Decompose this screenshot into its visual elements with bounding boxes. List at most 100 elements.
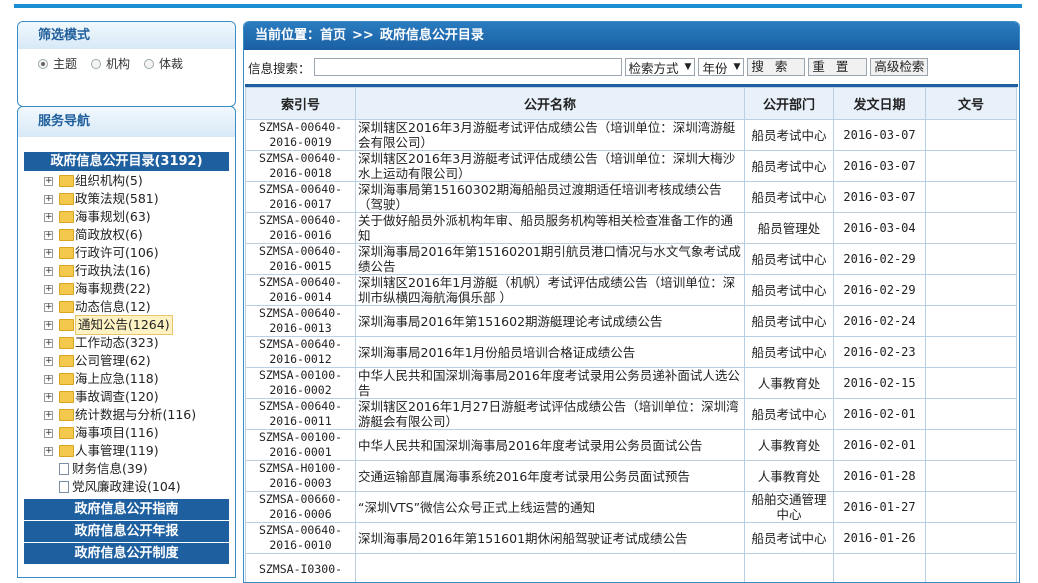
breadcrumb-current[interactable]: 政府信息公开目录 <box>380 28 484 43</box>
cell-title-link[interactable]: 深圳辖区2016年3月游艇考试评估成绩公告（培训单位：深圳湾游艇会有限公司） <box>356 120 745 151</box>
cell-dept <box>745 554 834 583</box>
cell-docno <box>926 182 1017 213</box>
cell-title-link[interactable]: 交通运输部直属海事系统2016年度考试录用公务员面试预告 <box>356 461 745 492</box>
radio-unchecked-icon[interactable] <box>144 59 154 69</box>
col-header-docno: 文号 <box>926 88 1017 120</box>
cell-title-link[interactable]: 中华人民共和国深圳海事局2016年度考试录用公务员面试公告 <box>356 430 745 461</box>
folder-icon <box>59 319 74 331</box>
cell-title-link[interactable]: 深圳辖区2016年3月游艇考试评估成绩公告（培训单位：深圳大梅沙水上运动有限公司… <box>356 151 745 182</box>
tree-item-label[interactable]: 统计数据与分析(116) <box>75 406 196 424</box>
expand-plus-icon[interactable]: + <box>44 411 53 420</box>
tree-item-label[interactable]: 事故调查(120) <box>75 388 159 406</box>
reset-button[interactable]: 重 置 <box>808 58 867 76</box>
tree-item-label[interactable]: 政策法规(581) <box>75 190 159 208</box>
expand-plus-icon[interactable]: + <box>44 267 53 276</box>
tree-item-label[interactable]: 海事规划(63) <box>75 208 151 226</box>
folder-icon <box>59 211 74 223</box>
search-input[interactable] <box>314 58 622 76</box>
filter-radio-label: 主题 <box>53 55 77 72</box>
expand-plus-icon[interactable]: + <box>44 339 53 348</box>
nav-link-annual-report[interactable]: 政府信息公开年报 <box>24 520 229 542</box>
tree-item-label[interactable]: 行政执法(16) <box>75 262 151 280</box>
cell-title-link[interactable]: 深圳海事局2016年1月份船员培训合格证成绩公告 <box>356 337 745 368</box>
tree-item-label[interactable]: 工作动态(323) <box>75 334 159 352</box>
tree-item-label[interactable]: 海上应急(118) <box>75 370 159 388</box>
expand-plus-icon[interactable]: + <box>44 321 53 330</box>
tree-item-enforcement[interactable]: + 行政执法(16) <box>44 262 235 280</box>
expand-plus-icon[interactable]: + <box>44 375 53 384</box>
breadcrumb-separator: >> <box>352 28 374 43</box>
expand-plus-icon[interactable]: + <box>44 249 53 258</box>
breadcrumb-home-link[interactable]: 首页 <box>320 28 346 43</box>
tree-item-statistics[interactable]: + 统计数据与分析(116) <box>44 406 235 424</box>
expand-plus-icon[interactable]: + <box>44 393 53 402</box>
tree-item-personnel[interactable]: + 人事管理(119) <box>44 442 235 460</box>
tree-item-label[interactable]: 财务信息(39) <box>72 460 148 478</box>
tree-item-label[interactable]: 人事管理(119) <box>75 442 159 460</box>
tree-item-dynamic-info[interactable]: + 动态信息(12) <box>44 298 235 316</box>
search-button[interactable]: 搜 索 <box>747 58 805 76</box>
expand-plus-icon[interactable]: + <box>44 357 53 366</box>
tree-item-streamlining[interactable]: + 简政放权(6) <box>44 226 235 244</box>
tree-item-integrity[interactable]: 党风廉政建设(104) <box>44 478 235 496</box>
cell-title-link[interactable]: 深圳海事局2016年第151602期游艇理论考试成绩公告 <box>356 306 745 337</box>
tree-item-label[interactable]: 公司管理(62) <box>75 352 151 370</box>
expand-plus-icon[interactable]: + <box>44 195 53 204</box>
table-row: SZMSA-00640-2016-0014深圳辖区2016年1月游艇（机帆）考试… <box>246 275 1017 306</box>
cell-title-link[interactable]: 深圳海事局2016年第15160201期引航员港口情况与水文气象考试成绩公告 <box>356 244 745 275</box>
cell-title-link[interactable]: 深圳海事局第15160302期海船船员过渡期适任培训考核成绩公告（驾驶） <box>356 182 745 213</box>
tree-item-planning[interactable]: + 海事规划(63) <box>44 208 235 226</box>
tree-item-projects[interactable]: + 海事项目(116) <box>44 424 235 442</box>
cell-title-link[interactable]: 深圳海事局2016年第151601期休闲船驾驶证考试成绩公告 <box>356 523 745 554</box>
folder-icon <box>59 247 74 259</box>
cell-title-link[interactable]: 深圳辖区2016年1月27日游艇考试评估成绩公告（培训单位：深圳湾游艇会有限公司… <box>356 399 745 430</box>
search-method-select[interactable]: 检索方式▼ <box>625 58 696 76</box>
expand-plus-icon[interactable]: + <box>44 303 53 312</box>
cell-index: SZMSA-00100-2016-0002 <box>246 368 356 399</box>
filter-radio-org[interactable]: 机构 <box>91 55 130 72</box>
expand-plus-icon[interactable]: + <box>44 213 53 222</box>
tree-item-finance[interactable]: 财务信息(39) <box>44 460 235 478</box>
cell-index: SZMSA-00640-2016-0011 <box>246 399 356 430</box>
tree-item-work-news[interactable]: + 工作动态(323) <box>44 334 235 352</box>
tree-item-licensing[interactable]: + 行政许可(106) <box>44 244 235 262</box>
nav-link-guide[interactable]: 政府信息公开指南 <box>24 498 229 520</box>
tree-item-emergency[interactable]: + 海上应急(118) <box>44 370 235 388</box>
tree-item-fees[interactable]: + 海事规费(22) <box>44 280 235 298</box>
cell-title-link[interactable]: 中华人民共和国深圳海事局2016年度考试录用公务员递补面试人选公告 <box>356 368 745 399</box>
tree-item-label[interactable]: 动态信息(12) <box>75 298 151 316</box>
tree-item-label[interactable]: 海事项目(116) <box>75 424 159 442</box>
cell-title-link[interactable]: 关于做好船员外派机构年审、船员服务机构等相关检查准备工作的通知 <box>356 213 745 244</box>
cell-date: 2016-03-07 <box>834 120 926 151</box>
expand-plus-icon[interactable]: + <box>44 429 53 438</box>
tree-item-label[interactable]: 组织机构(5) <box>75 172 143 190</box>
tree-item-label[interactable]: 海事规费(22) <box>75 280 151 298</box>
tree-item-notices[interactable]: + 通知公告(1264) <box>44 316 235 334</box>
tree-item-company[interactable]: + 公司管理(62) <box>44 352 235 370</box>
filter-radio-topic[interactable]: 主题 <box>38 55 77 72</box>
cell-title-link[interactable]: “深圳VTS”微信公众号正式上线运营的通知 <box>356 492 745 523</box>
filter-radio-genre[interactable]: 体裁 <box>144 55 183 72</box>
expand-plus-icon[interactable]: + <box>44 231 53 240</box>
catalog-root-link[interactable]: 政府信息公开目录(3192) <box>24 152 229 171</box>
expand-plus-icon[interactable]: + <box>44 447 53 456</box>
radio-unchecked-icon[interactable] <box>91 59 101 69</box>
tree-item-org[interactable]: + 组织机构(5) <box>44 172 235 190</box>
cell-title-link[interactable]: 深圳辖区2016年1月游艇（机帆）考试评估成绩公告（培训单位：深圳市纵横四海航海… <box>356 275 745 306</box>
table-row: SZMSA-00660-2016-0006“深圳VTS”微信公众号正式上线运营的… <box>246 492 1017 523</box>
tree-item-label[interactable]: 党风廉政建设(104) <box>72 478 181 496</box>
advanced-search-button[interactable]: 高级检索 <box>870 58 928 76</box>
tree-item-label[interactable]: 行政许可(106) <box>75 244 159 262</box>
cell-date: 2016-02-01 <box>834 430 926 461</box>
tree-item-accident[interactable]: + 事故调查(120) <box>44 388 235 406</box>
expand-plus-icon[interactable]: + <box>44 177 53 186</box>
tree-item-policy[interactable]: + 政策法规(581) <box>44 190 235 208</box>
tree-item-label[interactable]: 简政放权(6) <box>75 226 143 244</box>
cell-date: 2016-02-24 <box>834 306 926 337</box>
expand-plus-icon[interactable]: + <box>44 285 53 294</box>
cell-title-link[interactable] <box>356 554 745 583</box>
nav-link-system[interactable]: 政府信息公开制度 <box>24 542 229 564</box>
radio-checked-icon[interactable] <box>38 59 48 69</box>
tree-item-label-selected[interactable]: 通知公告(1264) <box>75 315 173 335</box>
year-select[interactable]: 年份▼ <box>698 58 744 76</box>
